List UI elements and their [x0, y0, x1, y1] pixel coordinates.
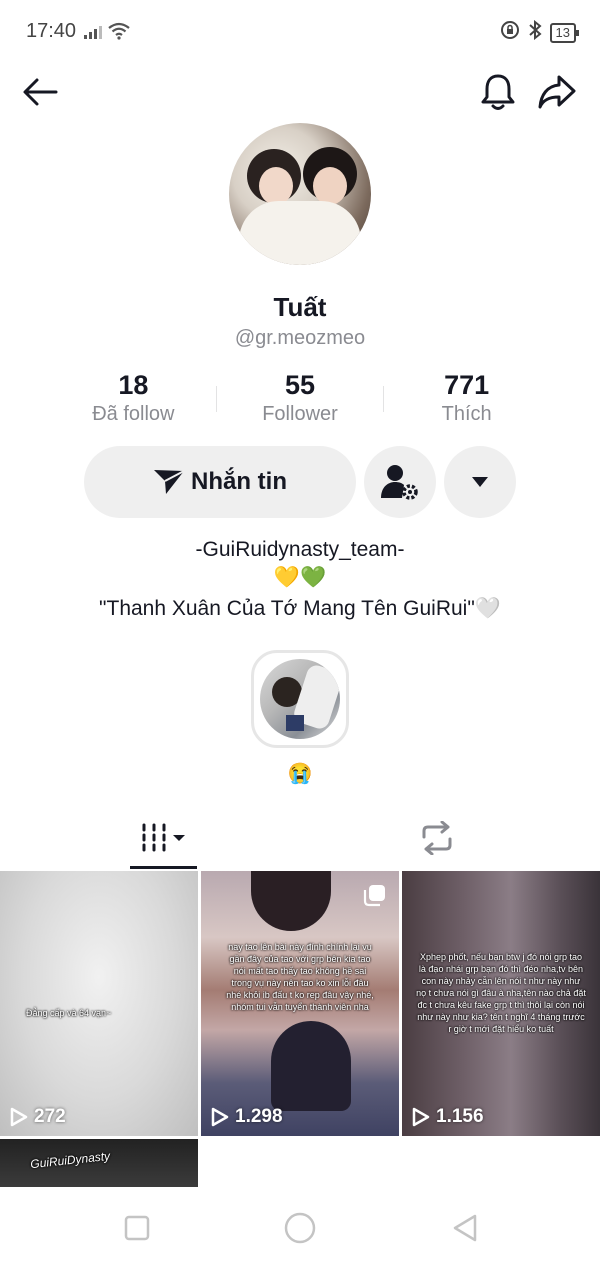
video-caption: GuiRuiDynasty: [29, 1148, 111, 1172]
caret-down-icon: [472, 477, 488, 487]
view-count: 272: [10, 1106, 66, 1128]
message-button[interactable]: Nhắn tin: [84, 446, 356, 518]
bio-hearts: 💛💚: [273, 566, 327, 589]
more-options-button[interactable]: [444, 446, 516, 518]
share-icon: [538, 75, 576, 109]
display-name: Tuất: [273, 292, 327, 322]
status-time: 17:40: [26, 20, 77, 42]
triangle-back-icon: [453, 1214, 477, 1242]
username: @gr.meozmeo: [234, 327, 366, 349]
status-right: 13: [500, 19, 580, 45]
arrow-left-icon: [23, 78, 58, 106]
recent-apps-button[interactable]: [118, 1209, 156, 1247]
play-icon: [412, 1107, 430, 1127]
bio-quote: "Thanh Xuân Của Tớ Mang Tên GuiRui"🤍: [99, 597, 501, 620]
play-icon: [10, 1107, 28, 1127]
stat-following[interactable]: 18 Đã follow: [50, 370, 217, 434]
send-icon: [154, 470, 185, 494]
view-count: 1.156: [412, 1106, 484, 1128]
bluetooth-icon: [528, 19, 542, 45]
grid-icon: [142, 823, 185, 852]
video-tile[interactable]: Xphep phốt, nếu bạn btw j đó nói grp tao…: [402, 871, 600, 1136]
video-tile[interactable]: Đẳng cấp và 64 vạn~ 272: [0, 871, 198, 1136]
stat-likes[interactable]: 771 Thích: [383, 370, 550, 434]
back-button[interactable]: [18, 72, 62, 112]
top-bar: [0, 62, 600, 122]
tab-reposts[interactable]: [414, 818, 460, 858]
back-nav-button[interactable]: [446, 1209, 484, 1247]
wifi-icon: [108, 22, 130, 45]
notification-button[interactable]: [476, 70, 520, 114]
signal-icon: [84, 26, 102, 39]
highlight-label: 😭: [287, 763, 313, 785]
system-nav-bar: [0, 1187, 600, 1267]
followers-label: Follower: [262, 403, 338, 425]
followers-count: 55: [284, 370, 316, 400]
home-button[interactable]: [281, 1209, 319, 1247]
likes-count: 771: [444, 370, 490, 400]
following-count: 18: [118, 370, 149, 400]
play-icon: [211, 1107, 229, 1127]
square-icon: [124, 1215, 150, 1241]
user-settings-button[interactable]: [364, 446, 436, 518]
stat-followers[interactable]: 55 Follower: [217, 370, 384, 434]
story-highlight[interactable]: [251, 650, 349, 748]
profile-avatar[interactable]: [229, 123, 371, 265]
message-button-label: Nhắn tin: [191, 468, 287, 495]
video-caption: nay tao lên bài này đính chính lại vụ gầ…: [226, 942, 374, 1012]
highlight-thumbnail: [260, 659, 340, 739]
video-caption: Xphep phốt, nếu bạn btw j đó nói grp tao…: [416, 952, 586, 1034]
video-tile[interactable]: GuiRuiDynasty: [0, 1139, 198, 1187]
lock-rotation-icon: [500, 20, 520, 45]
bell-icon: [481, 74, 515, 110]
circle-icon: [284, 1212, 316, 1244]
status-bar: 17:40 13: [0, 0, 600, 62]
share-button[interactable]: [534, 70, 580, 114]
view-count: 1.298: [211, 1106, 283, 1128]
tab-videos[interactable]: [130, 818, 197, 858]
multi-image-icon: [363, 883, 387, 912]
profile-stats: 18 Đã follow 55 Follower 771 Thích: [50, 370, 550, 434]
bio-team: -GuiRuidynasty_team-: [195, 538, 405, 561]
content-tabs: [0, 800, 600, 870]
video-tile[interactable]: nay tao lên bài này đính chính lại vụ gầ…: [201, 871, 399, 1136]
repost-icon: [422, 821, 452, 855]
likes-label: Thích: [441, 403, 492, 425]
active-tab-indicator: [130, 866, 197, 869]
battery-indicator: 13: [549, 22, 580, 43]
video-caption: Đẳng cấp và 64 vạn~: [26, 1008, 112, 1018]
user-gear-icon: [381, 465, 418, 500]
following-label: Đã follow: [92, 403, 175, 425]
